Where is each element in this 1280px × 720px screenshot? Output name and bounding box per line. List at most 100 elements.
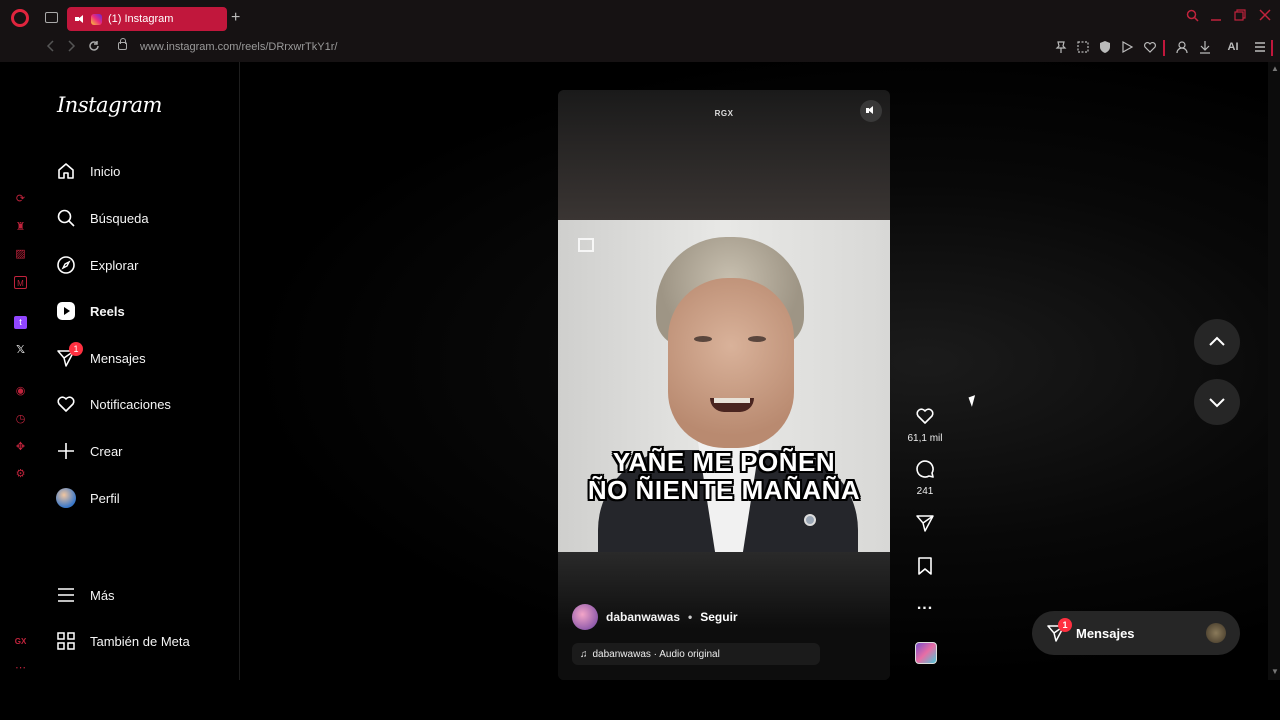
gx-corner-icon[interactable]: ♜ (14, 221, 27, 234)
plus-icon (58, 443, 74, 459)
save-button[interactable] (903, 556, 947, 581)
nav-label: También de Meta (90, 633, 190, 649)
page-scrollbar[interactable]: ▲ ▼ (1268, 62, 1280, 680)
reels-icon (57, 302, 75, 320)
nav-item-notificaciones[interactable]: Notificaciones (56, 391, 171, 417)
back-icon[interactable] (46, 40, 56, 52)
play-icon[interactable] (1120, 40, 1134, 54)
grid-icon (57, 632, 75, 650)
tab-switcher-icon[interactable] (45, 12, 58, 23)
reel-player[interactable]: RGX YAÑE ME POÑEN ÑO ÑIENTE MAÑAÑA daban… (558, 90, 890, 680)
heart-icon[interactable] (1143, 40, 1157, 54)
reload-icon[interactable] (88, 40, 100, 52)
caption-line-2: ÑO ÑIENTE MAÑAÑA (587, 475, 861, 505)
browser-tab[interactable]: (1) Instagram (67, 7, 227, 31)
chevron-up-icon (1209, 336, 1225, 346)
share-button[interactable] (903, 513, 947, 538)
close-icon[interactable] (1259, 9, 1271, 21)
nav-label: Más (90, 587, 115, 603)
instagram-page: Instagram Inicio Búsqueda Explorar Reels… (40, 62, 1268, 680)
follow-button[interactable]: Seguir (700, 610, 737, 624)
nav-label: Búsqueda (90, 210, 149, 226)
home-icon (58, 163, 74, 179)
menu-icon[interactable] (1253, 40, 1267, 54)
heart-icon (57, 396, 75, 412)
notification-badge: 1 (1058, 618, 1072, 632)
share-icon (916, 515, 934, 532)
new-tab-button[interactable]: + (231, 10, 240, 26)
nav-item-mas[interactable]: Más (56, 582, 115, 608)
nav-item-crear[interactable]: Crear (56, 438, 123, 464)
notification-badge: 1 (69, 342, 83, 356)
scroll-down-icon[interactable]: ▼ (1271, 667, 1279, 676)
instagram-logo[interactable]: Instagram (57, 93, 162, 117)
nav-item-perfil[interactable]: Perfil (56, 485, 120, 511)
download-icon[interactable] (1198, 40, 1212, 54)
opera-sidebar: ⟳ ♜ ▨ M t 𝕏 ◉ ◷ ✥ ⚙ GX ⋯ (0, 62, 40, 682)
x-icon[interactable]: 𝕏 (14, 344, 27, 357)
minimize-icon[interactable] (1210, 9, 1222, 21)
snapshot-icon[interactable] (1076, 40, 1090, 54)
nav-item-meta[interactable]: También de Meta (56, 628, 190, 654)
nav-label: Perfil (90, 490, 120, 506)
player-icon[interactable]: ◉ (14, 385, 27, 398)
speaker-icon[interactable] (75, 14, 85, 24)
gx-music-icon[interactable]: M (14, 276, 27, 289)
opera-logo-icon[interactable] (11, 9, 29, 27)
messages-pill[interactable]: 1 Mensajes (1032, 611, 1240, 655)
lock-icon[interactable] (118, 38, 127, 50)
nav-item-reels[interactable]: Reels (56, 298, 125, 324)
hamburger-icon (58, 588, 74, 602)
avatar (56, 488, 76, 508)
video-figure-mouth (710, 398, 754, 412)
profile-icon[interactable] (1175, 40, 1189, 54)
history-icon[interactable]: ◷ (14, 413, 27, 426)
extensions-icon[interactable]: ✥ (14, 441, 27, 454)
previous-reel-button[interactable] (1194, 319, 1240, 365)
author-username[interactable]: dabanwawas (606, 610, 680, 624)
url-field[interactable]: www.instagram.com/reels/DRrxwrTkY1r/ (140, 41, 337, 53)
video-figure-eye (748, 336, 766, 342)
like-count: 61,1 mil (907, 433, 943, 444)
audio-thumbnail[interactable] (915, 642, 937, 664)
volume-icon[interactable] (860, 100, 882, 122)
reel-video[interactable]: YAÑE ME POÑEN ÑO ÑIENTE MAÑAÑA (558, 220, 890, 552)
pin-icon[interactable] (1054, 40, 1068, 54)
author-avatar[interactable] (572, 604, 598, 630)
scroll-up-icon[interactable]: ▲ (1271, 64, 1279, 73)
messenger-icon: 1 (56, 342, 83, 368)
search-icon[interactable] (1186, 9, 1199, 22)
nav-item-explorar[interactable]: Explorar (56, 252, 138, 278)
lapel-pin (804, 514, 816, 526)
comment-button[interactable]: 241 (903, 459, 947, 497)
gx-logo[interactable]: GX (14, 635, 27, 648)
more-options-button[interactable]: ... (903, 596, 947, 614)
restore-icon[interactable] (1234, 9, 1246, 21)
next-reel-button[interactable] (1194, 379, 1240, 425)
instagram-sidebar: Instagram Inicio Búsqueda Explorar Reels… (40, 62, 240, 680)
capcut-logo-icon (578, 238, 594, 252)
comment-count: 241 (916, 486, 934, 497)
toolbar-divider (1163, 40, 1165, 56)
instagram-favicon-icon (91, 13, 102, 25)
nav-item-inicio[interactable]: Inicio (56, 158, 120, 184)
gx-hot-tabs-icon[interactable]: ▨ (14, 248, 27, 261)
twitch-icon[interactable]: t (14, 316, 27, 329)
compass-icon (57, 256, 75, 274)
nav-item-busqueda[interactable]: Búsqueda (56, 205, 149, 231)
settings-icon[interactable]: ⚙ (14, 468, 27, 481)
nav-item-mensajes[interactable]: 1 Mensajes (56, 342, 146, 371)
search-icon (57, 209, 75, 227)
audio-label: dabanwawas · Audio original (592, 648, 720, 660)
heart-icon (916, 408, 934, 424)
forward-icon[interactable] (66, 40, 76, 52)
video-figure-face (668, 278, 794, 448)
nav-label: Reels (90, 303, 125, 319)
shield-icon[interactable] (1098, 40, 1112, 54)
audio-link[interactable]: ♫ dabanwawas · Audio original (572, 643, 820, 665)
tab-title: (1) Instagram (108, 13, 174, 25)
like-button[interactable]: 61,1 mil (903, 406, 947, 444)
ai-button[interactable]: AI (1220, 40, 1246, 54)
more-icon[interactable]: ⋯ (14, 662, 27, 675)
gx-control-icon[interactable]: ⟳ (14, 193, 27, 206)
